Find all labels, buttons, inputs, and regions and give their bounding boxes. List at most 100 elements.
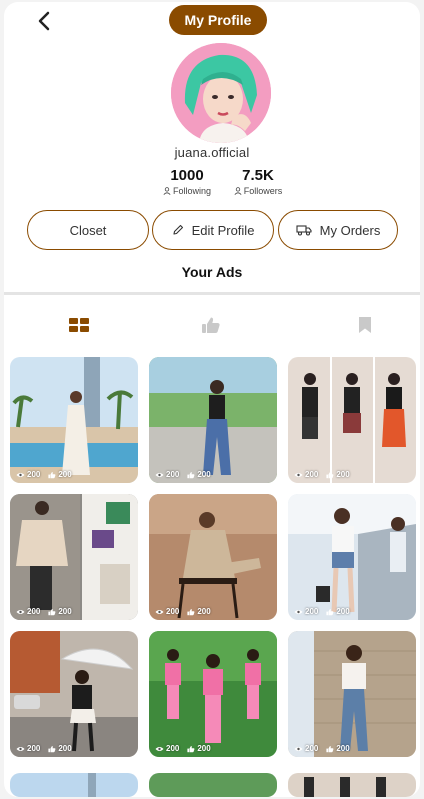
ad-stats: 200 200: [16, 744, 72, 753]
views-stat: 200: [294, 470, 318, 479]
views-stat: 200: [155, 470, 179, 479]
views-stat: 200: [155, 744, 179, 753]
ad-stats: 200 200: [294, 470, 350, 479]
likes-stat: 200: [48, 607, 72, 616]
ad-stats: 200 200: [294, 607, 350, 616]
page-title: My Profile: [169, 5, 267, 35]
likes-count: 200: [58, 470, 72, 479]
likes-count: 200: [197, 607, 211, 616]
my-orders-button[interactable]: My Orders: [278, 210, 398, 250]
pencil-icon: [173, 224, 183, 235]
section-divider: [4, 292, 420, 295]
likes-stat: 200: [48, 470, 72, 479]
thumbs-up-icon: [48, 745, 56, 752]
profile-screen: My Profile juana.official 1000 Following…: [4, 2, 420, 797]
thumbs-up-icon: [326, 745, 334, 752]
next-row-peek: [10, 773, 416, 797]
grid-icon: [69, 318, 89, 332]
avatar[interactable]: [171, 43, 271, 143]
ad-tile[interactable]: 200 200: [288, 357, 416, 483]
truck-icon: [296, 225, 312, 236]
eye-icon: [155, 746, 164, 751]
ad-tile[interactable]: 200 200: [149, 494, 277, 620]
eye-icon: [294, 609, 303, 614]
likes-stat: 200: [326, 744, 350, 753]
ad-stats: 200 200: [155, 470, 211, 479]
ad-tile[interactable]: 200 200: [149, 357, 277, 483]
views-stat: 200: [294, 744, 318, 753]
ad-stats: 200 200: [155, 607, 211, 616]
back-button[interactable]: [32, 8, 56, 34]
ad-tile[interactable]: 200 200: [10, 357, 138, 483]
views-count: 200: [305, 470, 319, 479]
views-count: 200: [305, 607, 319, 616]
eye-icon: [155, 472, 164, 477]
likes-stat: 200: [326, 607, 350, 616]
eye-icon: [16, 746, 25, 751]
user-icon: [163, 187, 171, 195]
closet-button-label: Closet: [69, 222, 107, 238]
likes-count: 200: [58, 744, 72, 753]
ad-photo: [10, 357, 138, 483]
followers-label: Followers: [243, 186, 283, 196]
ad-photo: [149, 494, 277, 620]
likes-count: 200: [336, 744, 350, 753]
views-count: 200: [27, 744, 41, 753]
ad-stats: 200 200: [16, 607, 72, 616]
followers-stat[interactable]: 7.5K Followers: [223, 167, 293, 196]
tab-saved[interactable]: [350, 312, 380, 338]
ad-photo: [288, 631, 416, 757]
tab-my-ads[interactable]: [64, 312, 94, 338]
eye-icon: [294, 746, 303, 751]
ad-tile[interactable]: 200 200: [288, 494, 416, 620]
thumbs-up-icon: [48, 608, 56, 615]
thumbs-up-icon: [187, 471, 195, 478]
ad-photo: [10, 631, 138, 757]
following-stat[interactable]: 1000 Following: [152, 167, 222, 196]
views-stat: 200: [155, 607, 179, 616]
likes-count: 200: [197, 744, 211, 753]
ad-stats: 200 200: [16, 470, 72, 479]
views-count: 200: [166, 744, 180, 753]
ads-grid: 200 200 200 200 200 200 200 200 200 200 …: [10, 357, 416, 757]
edit-profile-button[interactable]: Edit Profile: [152, 210, 274, 250]
likes-stat: 200: [326, 470, 350, 479]
chevron-left-icon: [38, 11, 50, 31]
views-stat: 200: [16, 744, 40, 753]
ad-tile[interactable]: 200 200: [149, 631, 277, 757]
views-count: 200: [166, 470, 180, 479]
likes-stat: 200: [187, 470, 211, 479]
views-count: 200: [27, 607, 41, 616]
ad-tile[interactable]: 200 200: [288, 631, 416, 757]
thumbs-up-icon: [48, 471, 56, 478]
likes-stat: 200: [187, 607, 211, 616]
ad-tile[interactable]: 200 200: [10, 494, 138, 620]
ad-tile[interactable]: 200 200: [10, 631, 138, 757]
closet-button[interactable]: Closet: [27, 210, 149, 250]
likes-stat: 200: [187, 744, 211, 753]
likes-stat: 200: [48, 744, 72, 753]
views-stat: 200: [16, 607, 40, 616]
ad-photo: [10, 494, 138, 620]
tab-liked[interactable]: [196, 312, 226, 338]
avatar-image: [171, 43, 271, 143]
views-count: 200: [305, 744, 319, 753]
followers-count: 7.5K: [242, 167, 274, 184]
thumbs-up-icon: [187, 745, 195, 752]
following-count: 1000: [170, 167, 204, 184]
ad-photo: [288, 494, 416, 620]
ad-stats: 200 200: [155, 744, 211, 753]
eye-icon: [294, 472, 303, 477]
views-stat: 200: [294, 607, 318, 616]
likes-count: 200: [58, 607, 72, 616]
username: juana.official: [174, 145, 250, 160]
views-stat: 200: [16, 470, 40, 479]
bookmark-icon: [359, 317, 371, 333]
eye-icon: [16, 472, 25, 477]
eye-icon: [155, 609, 164, 614]
views-count: 200: [27, 470, 41, 479]
your-ads-heading: Your Ads: [181, 264, 243, 280]
likes-count: 200: [336, 607, 350, 616]
following-label: Following: [172, 186, 212, 196]
thumbs-up-icon: [187, 608, 195, 615]
